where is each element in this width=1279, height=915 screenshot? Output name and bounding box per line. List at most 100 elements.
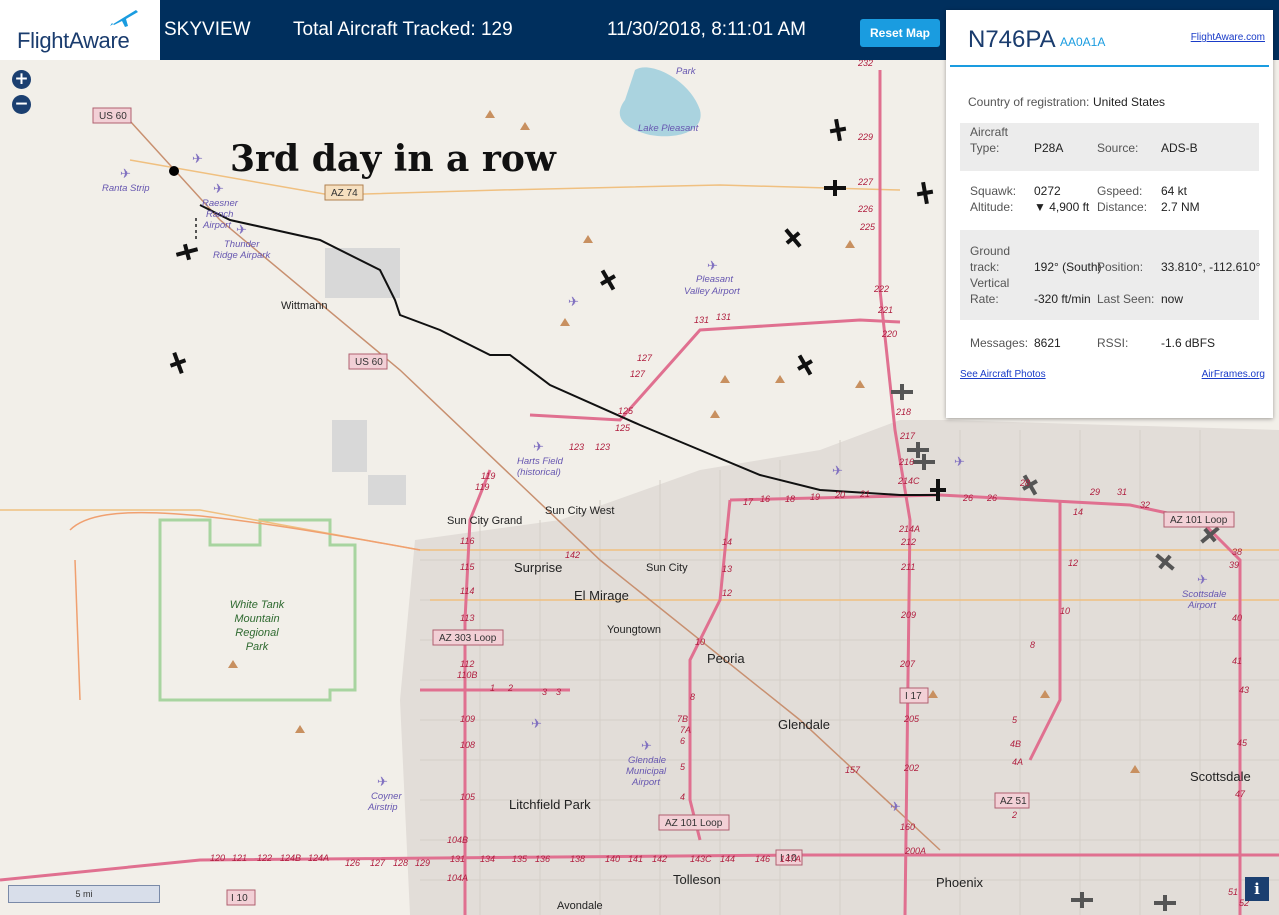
svg-text:125: 125: [618, 406, 634, 416]
svg-text:51: 51: [1228, 887, 1238, 897]
source-label: Source:: [1097, 141, 1139, 155]
svg-text:131: 131: [716, 312, 731, 322]
svg-text:Phoenix: Phoenix: [936, 875, 983, 890]
svg-text:205: 205: [903, 714, 920, 724]
svg-text:105: 105: [460, 792, 476, 802]
product-name: SKYVIEW: [164, 19, 251, 40]
svg-text:26: 26: [986, 493, 997, 503]
svg-text:Ridge Airpark: Ridge Airpark: [213, 250, 271, 261]
svg-text:✈: ✈: [1197, 572, 1208, 587]
svg-text:19: 19: [810, 492, 820, 502]
svg-text:41: 41: [1232, 656, 1242, 666]
position-value: 33.810°, -112.610°: [1161, 260, 1261, 274]
svg-text:32: 32: [1140, 500, 1150, 510]
zoom-in-button[interactable]: +: [12, 70, 31, 89]
aircraft-hex-code: AA0A1A: [1060, 35, 1106, 49]
svg-text:4A: 4A: [1012, 757, 1023, 767]
svg-text:Ranta Strip: Ranta Strip: [102, 183, 150, 194]
svg-text:43: 43: [1239, 685, 1249, 695]
svg-text:124A: 124A: [308, 853, 329, 863]
svg-text:226: 226: [857, 204, 873, 214]
svg-text:135: 135: [512, 854, 528, 864]
svg-text:104A: 104A: [447, 873, 468, 883]
total-tracked: Total Aircraft Tracked: 129: [293, 19, 513, 40]
svg-text:✈: ✈: [832, 463, 843, 478]
svg-text:I 10: I 10: [231, 893, 248, 904]
panel-divider: [950, 65, 1269, 67]
datetime: 11/30/2018, 8:11:01 AM: [607, 19, 806, 40]
svg-text:127: 127: [637, 353, 653, 363]
altitude-label: Altitude:: [970, 200, 1014, 214]
svg-text:142: 142: [565, 550, 580, 560]
svg-text:120: 120: [210, 853, 225, 863]
svg-text:✈: ✈: [707, 258, 718, 273]
svg-text:Sun City West: Sun City West: [545, 505, 615, 517]
svg-text:110B: 110B: [457, 670, 477, 680]
svg-text:17: 17: [743, 497, 754, 507]
messages-value: 8621: [1034, 336, 1061, 350]
svg-text:Airport: Airport: [1187, 600, 1216, 611]
squawk-label: Squawk:: [970, 184, 1017, 198]
svg-text:✈: ✈: [568, 294, 579, 309]
svg-text:16: 16: [760, 494, 770, 504]
svg-text:28: 28: [1019, 478, 1030, 488]
svg-text:207: 207: [899, 659, 916, 669]
svg-text:143C: 143C: [690, 854, 712, 864]
svg-text:Avondale: Avondale: [557, 900, 603, 912]
svg-text:225: 225: [859, 222, 876, 232]
svg-text:AZ 303 Loop: AZ 303 Loop: [439, 633, 497, 644]
svg-text:29: 29: [1089, 487, 1100, 497]
svg-text:144: 144: [720, 854, 735, 864]
zoom-out-button[interactable]: −: [12, 95, 31, 114]
svg-text:White Tank: White Tank: [230, 599, 285, 611]
svg-text:Lake Pleasant: Lake Pleasant: [638, 123, 699, 134]
svg-text:Glendale: Glendale: [778, 717, 830, 732]
svg-text:Ranch: Ranch: [206, 209, 233, 220]
svg-text:124B: 124B: [280, 853, 301, 863]
info-icon[interactable]: i: [1245, 877, 1269, 901]
svg-text:146: 146: [755, 854, 770, 864]
svg-text:✈: ✈: [954, 454, 965, 469]
svg-text:Surprise: Surprise: [514, 560, 562, 575]
svg-text:157: 157: [845, 765, 861, 775]
svg-text:3: 3: [542, 687, 547, 697]
svg-text:8: 8: [1030, 640, 1035, 650]
distance-label: Distance:: [1097, 200, 1148, 214]
aircraft-photos-link[interactable]: See Aircraft Photos: [960, 369, 1046, 380]
svg-text:115: 115: [460, 562, 475, 572]
svg-text:45: 45: [1237, 738, 1248, 748]
svg-text:Sun City: Sun City: [646, 562, 688, 574]
svg-text:AZ 51: AZ 51: [1000, 796, 1027, 807]
svg-text:Peoria: Peoria: [707, 651, 745, 666]
svg-text:AZ 101 Loop: AZ 101 Loop: [665, 818, 723, 829]
svg-text:216: 216: [898, 457, 914, 467]
svg-text:✈: ✈: [890, 799, 901, 814]
svg-text:214A: 214A: [898, 524, 920, 534]
svg-text:211: 211: [900, 562, 915, 572]
svg-text:12: 12: [1068, 558, 1078, 568]
svg-text:14: 14: [722, 537, 732, 547]
svg-text:10: 10: [1060, 606, 1070, 616]
svg-text:217: 217: [899, 431, 916, 441]
svg-text:Tolleson: Tolleson: [673, 872, 721, 887]
source-value: ADS-B: [1161, 141, 1198, 155]
svg-text:El Mirage: El Mirage: [574, 588, 629, 603]
rssi-value: -1.6 dBFS: [1161, 336, 1216, 350]
country-value: United States: [1093, 95, 1166, 109]
airframes-link[interactable]: AirFrames.org: [1202, 369, 1265, 380]
flightaware-link[interactable]: FlightAware.com: [1191, 32, 1265, 43]
svg-text:Municipal: Municipal: [626, 766, 667, 777]
svg-text:123: 123: [569, 442, 584, 452]
svg-text:229: 229: [857, 132, 873, 142]
svg-text:Airstrip: Airstrip: [367, 802, 398, 813]
reset-map-button[interactable]: Reset Map: [860, 19, 940, 47]
svg-text:1: 1: [490, 683, 495, 693]
flightaware-logo[interactable]: FlightAware: [0, 0, 160, 60]
svg-text:104B: 104B: [447, 835, 468, 845]
map-scale: 5 mi: [8, 885, 160, 903]
svg-text:131: 131: [450, 854, 465, 864]
svg-text:✈: ✈: [531, 716, 542, 731]
svg-text:13: 13: [722, 564, 732, 574]
svg-text:40: 40: [1232, 613, 1242, 623]
last-seen-label: Last Seen:: [1097, 292, 1155, 306]
